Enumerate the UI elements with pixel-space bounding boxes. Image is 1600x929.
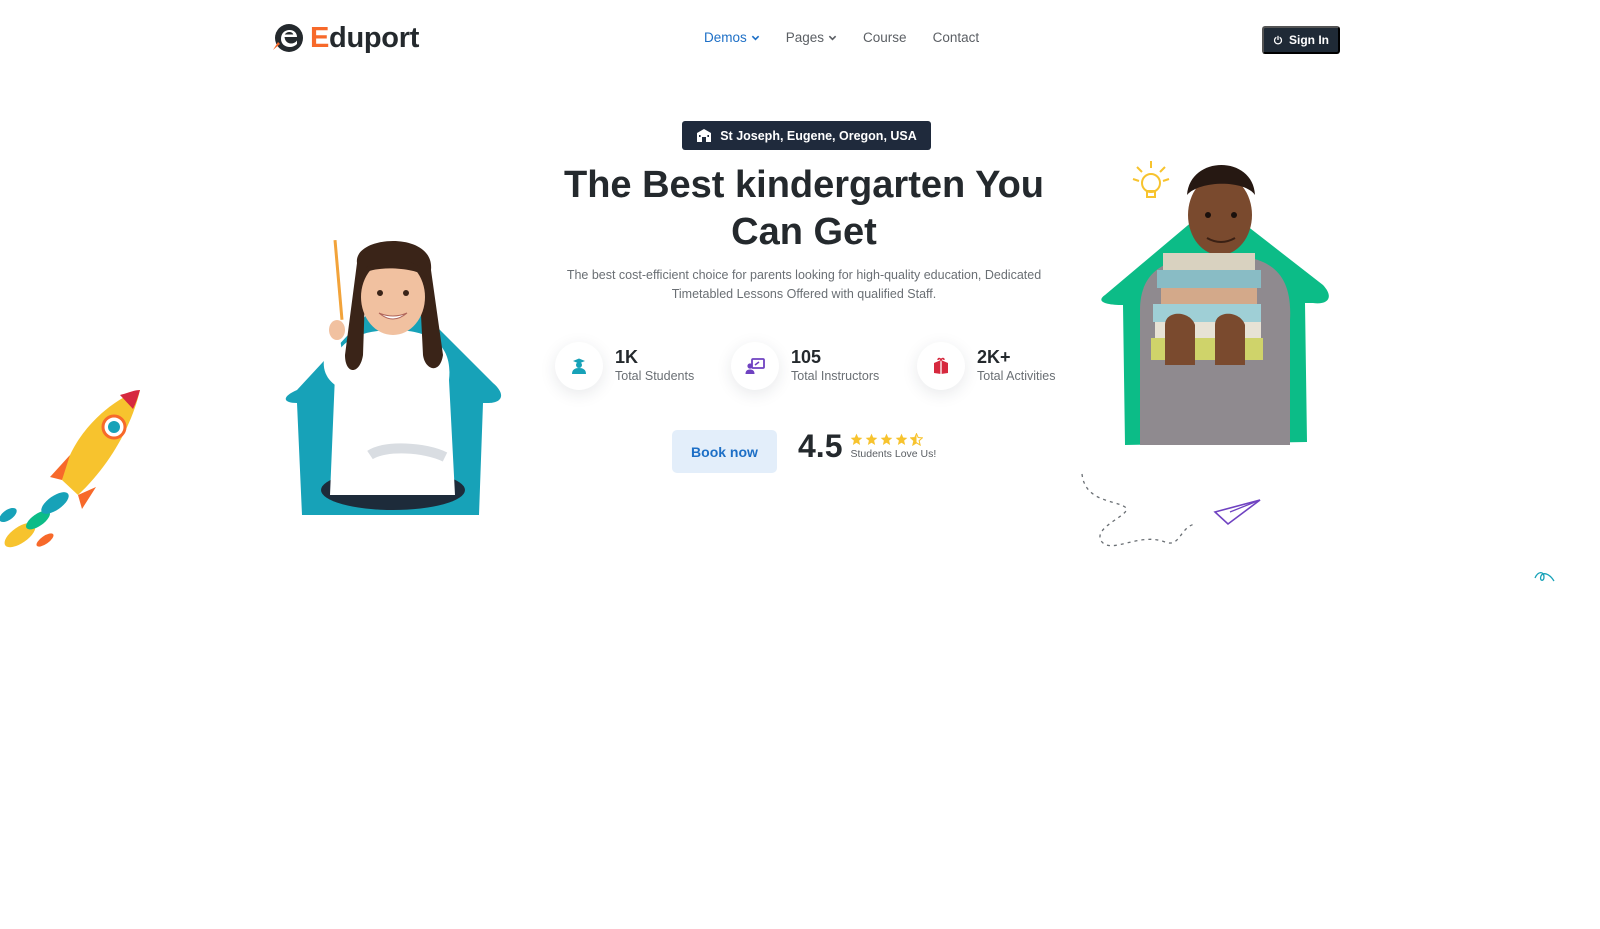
stat-icon-circle [555, 342, 603, 390]
brand-logo[interactable]: Eduport [270, 20, 419, 56]
paper-plane-icon [1081, 473, 1261, 547]
stat-value: 1K [615, 347, 639, 367]
chevron-down-icon [751, 35, 759, 41]
stat-icon-circle [731, 342, 779, 390]
stat-icon-circle [917, 342, 965, 390]
stat-value: 105 [791, 347, 822, 367]
school-building-icon [697, 129, 712, 142]
star-icon [866, 433, 878, 446]
rocket-icon [0, 390, 140, 548]
lightbulb-icon [1132, 161, 1170, 198]
student-icon [572, 358, 586, 374]
power-icon [1273, 35, 1283, 45]
book-now-button[interactable]: Book now [672, 430, 777, 473]
star-icon [896, 433, 908, 446]
stat-label: Total Students [615, 369, 695, 383]
stat-label: Total Activities [977, 369, 1056, 383]
main-nav: Demos Pages Course Contact [704, 30, 979, 45]
chevron-down-icon [828, 35, 837, 41]
stat-label: Total Instructors [791, 369, 880, 383]
hero-title: The Best kindergarten You Can Get [563, 164, 1045, 253]
stat-value: 2K+ [977, 347, 1011, 367]
location-badge: St Joseph, Eugene, Oregon, USA [682, 121, 931, 150]
girl-house-illustration [285, 239, 502, 515]
star-icon [851, 433, 863, 446]
stat-activities: 2K+ Total Activities [917, 342, 1056, 390]
stat-instructors: 105 Total Instructors [731, 342, 879, 390]
eduport-logo-icon [273, 24, 303, 52]
stat-students: 1K Total Students [555, 342, 694, 390]
nav-pages[interactable]: Pages [786, 30, 837, 45]
sign-in-button[interactable]: Sign In [1262, 26, 1340, 54]
gift-box-icon [934, 357, 948, 374]
stats-row: 1K Total Students 105 Total Instructors [555, 342, 1075, 392]
nav-contact[interactable]: Contact [933, 30, 980, 45]
rating-label: Students Love Us! [850, 448, 937, 460]
instructor-board-icon [745, 358, 765, 374]
star-icon [881, 433, 893, 446]
star-half-icon [910, 433, 924, 446]
brand-name: Eduport [310, 21, 420, 54]
site-header: Eduport Demos Pages Course Contact Sign … [0, 0, 1600, 80]
star-rating [850, 433, 936, 446]
nav-course[interactable]: Course [863, 30, 907, 45]
rating-value: 4.5 [798, 428, 843, 464]
nav-demos[interactable]: Demos [704, 30, 760, 45]
scribble-icon [1534, 571, 1555, 582]
rating-block: 4.5 Students Love Us! [798, 428, 936, 465]
hero-description: The best cost-efficient choice for paren… [566, 268, 1042, 301]
